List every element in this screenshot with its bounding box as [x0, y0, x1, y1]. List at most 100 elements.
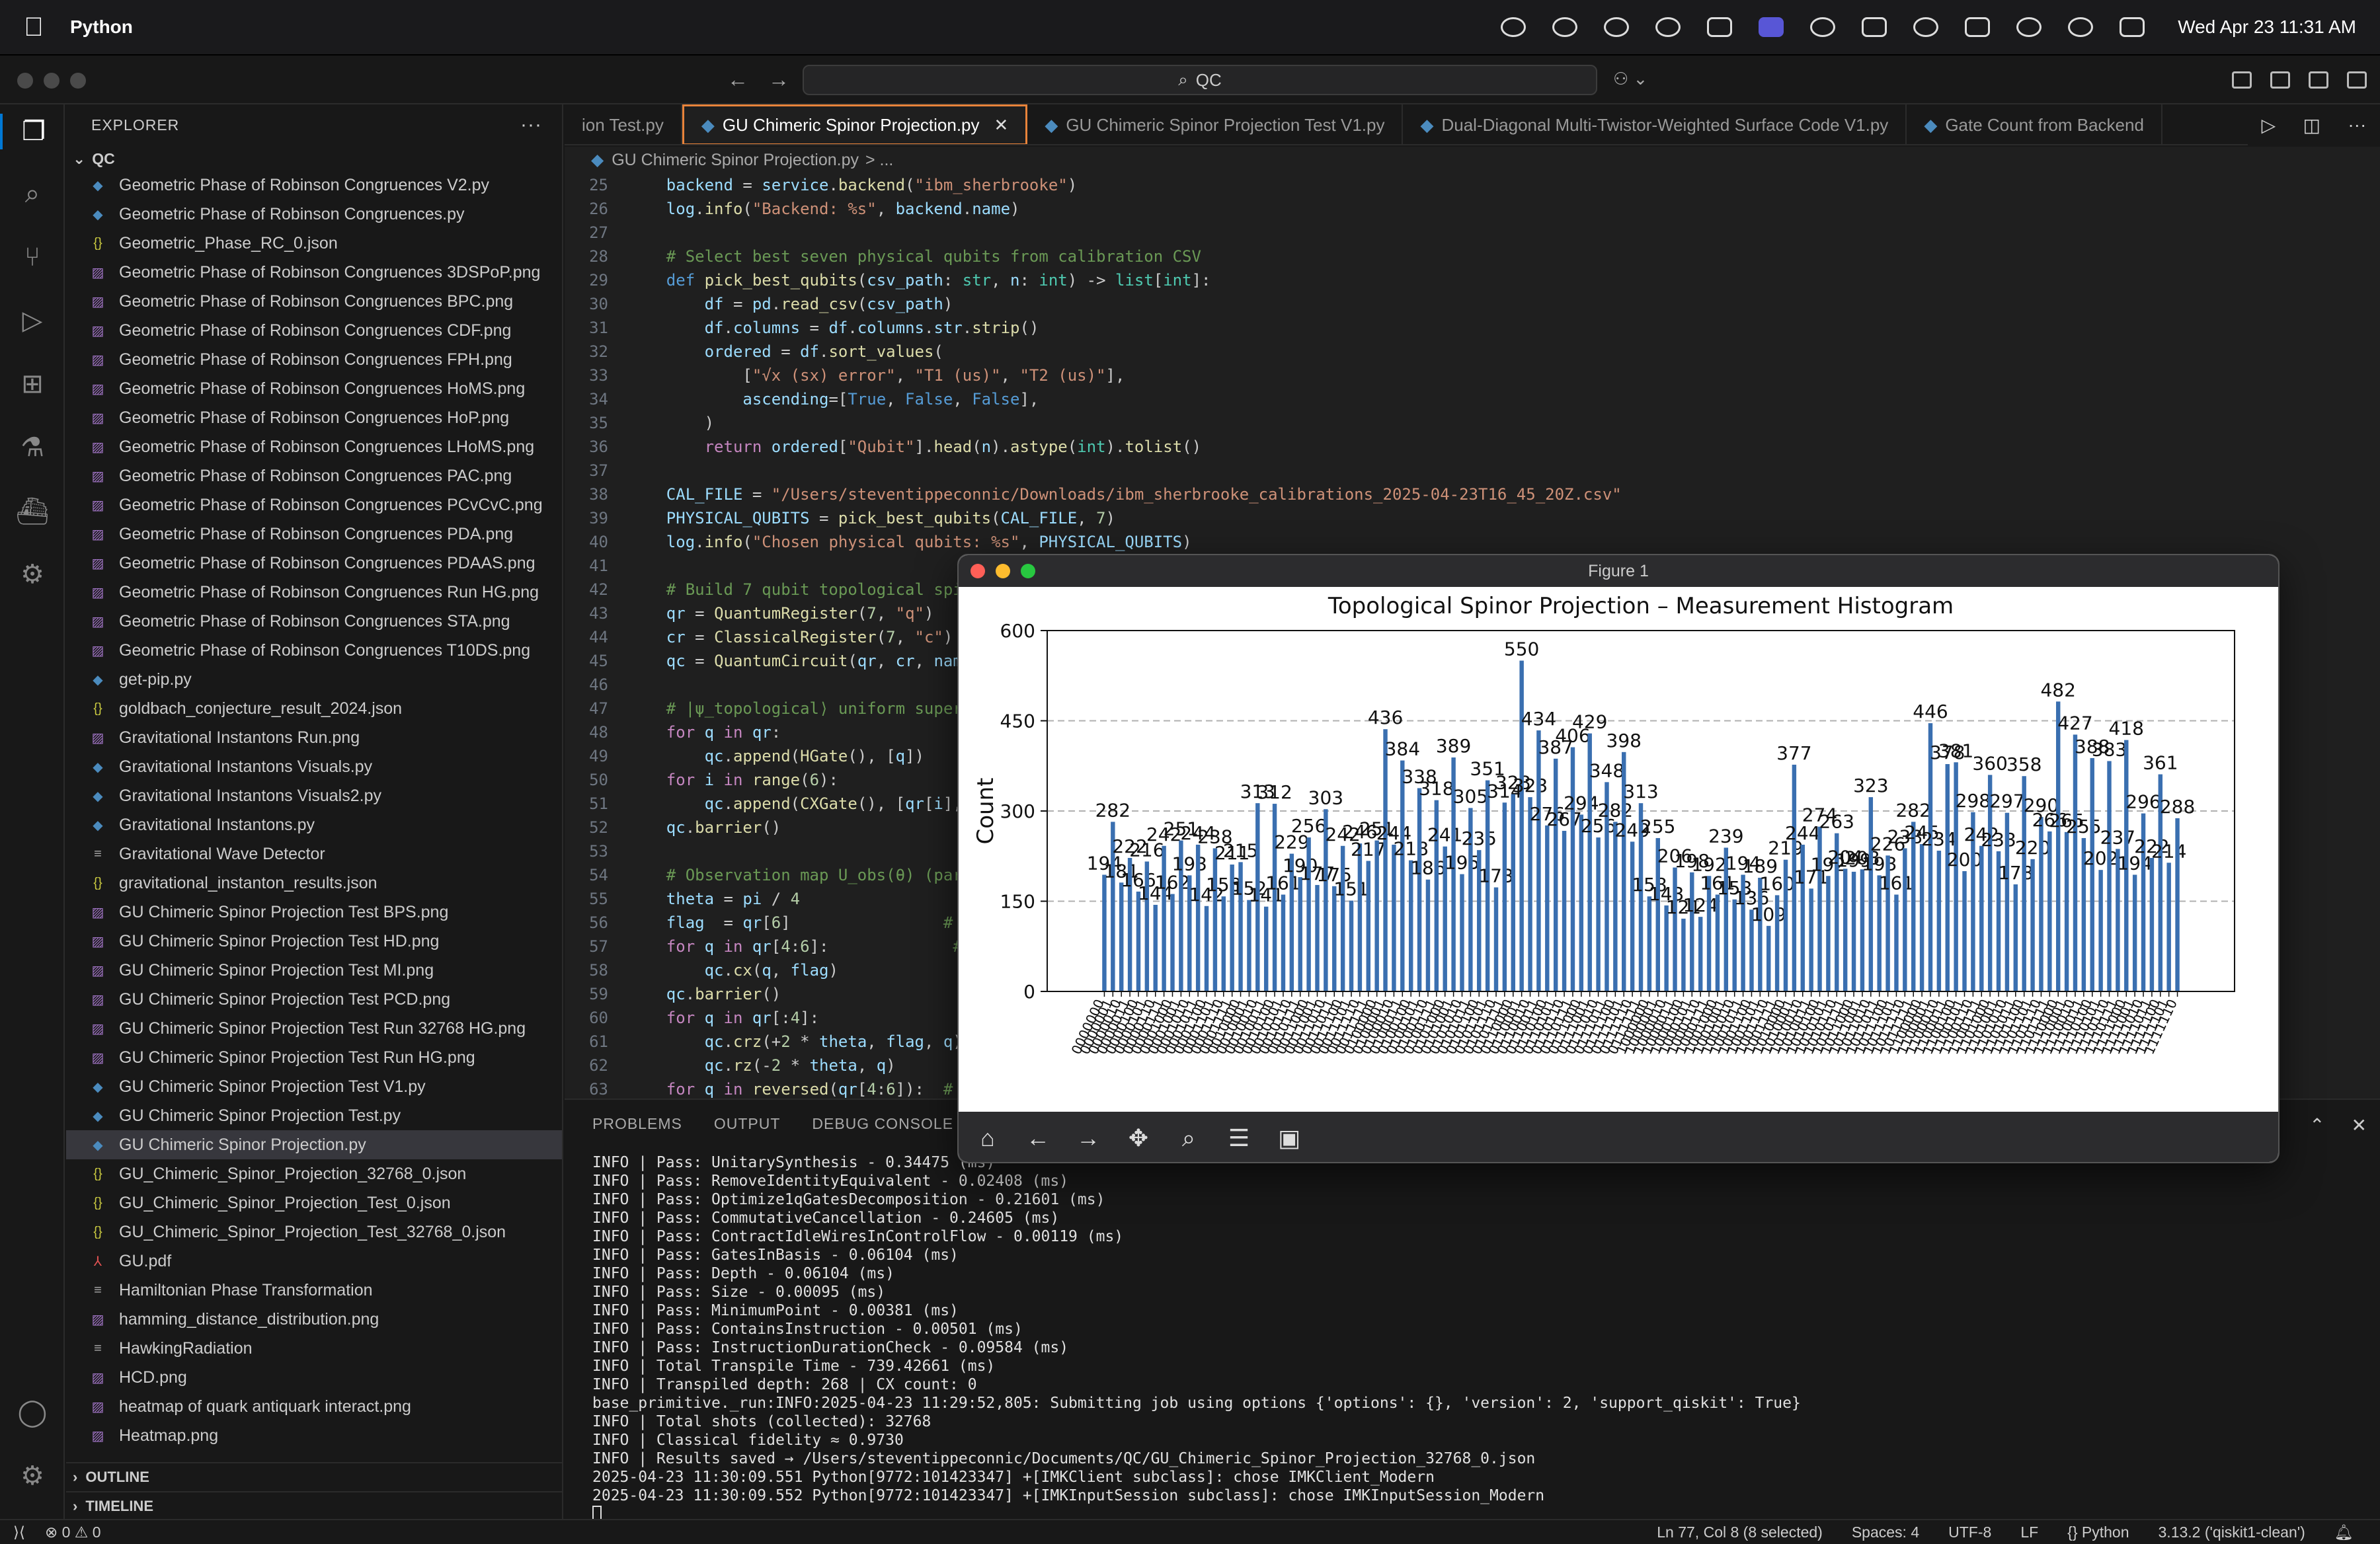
command-center-search[interactable]: ⌕ QC: [803, 65, 1597, 95]
status-icon[interactable]: [1655, 17, 1681, 37]
file-item[interactable]: {} gravitational_instanton_results.json: [66, 868, 562, 898]
configure-icon[interactable]: ☰: [1223, 1122, 1255, 1154]
timeline-section[interactable]: › TIMELINE: [66, 1491, 562, 1520]
panel-tab-problems[interactable]: PROBLEMS: [592, 1115, 682, 1133]
more-actions-icon[interactable]: ···: [520, 114, 542, 136]
figure-minimize-button[interactable]: [996, 564, 1010, 578]
close-tab-icon[interactable]: ✕: [994, 115, 1009, 135]
moon-icon[interactable]: [1913, 17, 1939, 37]
file-item[interactable]: ◆ Gravitational Instantons Visuals2.py: [66, 781, 562, 810]
indentation[interactable]: Spaces: 4: [1852, 1524, 1919, 1541]
terminal-output[interactable]: INFO | Pass: UnitarySynthesis - 0.34475 …: [592, 1154, 1801, 1524]
file-item[interactable]: ▨ HCD.png: [66, 1363, 562, 1392]
file-item[interactable]: ▨ Geometric Phase of Robinson Congruences…: [66, 549, 562, 578]
search-icon[interactable]: ⌕: [15, 176, 50, 212]
file-item[interactable]: ◆ Gravitational Instantons Visuals.py: [66, 752, 562, 781]
manage-gear-icon[interactable]: ⚙: [15, 1458, 50, 1494]
file-item[interactable]: ◆ get-pip.py: [66, 665, 562, 694]
file-item[interactable]: {} goldbach_conjecture_result_2024.json: [66, 694, 562, 723]
encoding[interactable]: UTF-8: [1948, 1524, 1991, 1541]
breadcrumb-file[interactable]: GU Chimeric Spinor Projection.py: [612, 151, 859, 170]
file-item[interactable]: ▨ Geometric Phase of Robinson Congruences…: [66, 432, 562, 461]
file-item[interactable]: ▨ Heatmap.png: [66, 1421, 562, 1450]
breadcrumb-rest[interactable]: > ...: [865, 151, 893, 170]
home-icon[interactable]: ⌂: [972, 1122, 1004, 1154]
file-item[interactable]: ◆ Geometric Phase of Robinson Congruences…: [66, 171, 562, 200]
pan-icon[interactable]: ✥: [1123, 1122, 1154, 1154]
panel-tab-output[interactable]: OUTPUT: [714, 1115, 781, 1133]
file-item[interactable]: ▨ Geometric Phase of Robinson Congruences…: [66, 520, 562, 549]
close-panel-icon[interactable]: ✕: [2352, 1114, 2367, 1136]
file-item[interactable]: ≡ Gravitational Wave Detector: [66, 839, 562, 868]
file-item[interactable]: ▨ Geometric Phase of Robinson Congruences…: [66, 607, 562, 636]
play-icon[interactable]: [1810, 17, 1836, 37]
file-item[interactable]: {} GU_Chimeric_Spinor_Projection_Test_0.j…: [66, 1188, 562, 1217]
battery-icon[interactable]: [1965, 17, 1991, 37]
figure-close-button[interactable]: [971, 564, 985, 578]
notifications-icon[interactable]: 🔔︎: [2334, 1524, 2354, 1541]
save-icon[interactable]: ▣: [1273, 1122, 1305, 1154]
minimize-window-button[interactable]: [44, 73, 60, 89]
problems-status[interactable]: ⊗ 0 ⚠ 0: [45, 1524, 101, 1541]
accounts-icon[interactable]: ◯: [15, 1395, 50, 1430]
screen-mirroring-icon[interactable]: [1759, 17, 1784, 37]
file-item[interactable]: ▨ Geometric Phase of Robinson Congruences…: [66, 461, 562, 490]
status-icon[interactable]: [1552, 17, 1578, 37]
file-item[interactable]: ▨ GU Chimeric Spinor Projection Test PCD.…: [66, 985, 562, 1014]
file-item[interactable]: ▨ Geometric Phase of Robinson Congruences…: [66, 258, 562, 287]
wifi-icon[interactable]: [2016, 17, 2042, 37]
file-item[interactable]: ◆ GU Chimeric Spinor Projection Test.py: [66, 1101, 562, 1130]
file-item[interactable]: ≡ Hamiltonian Phase Transformation: [66, 1276, 562, 1305]
run-icon[interactable]: ▷: [2262, 114, 2276, 136]
file-item[interactable]: ▨ hamming_distance_distribution.png: [66, 1305, 562, 1334]
maximize-window-button[interactable]: [70, 73, 86, 89]
remote-explorer-icon[interactable]: ⚙: [15, 557, 50, 592]
language-mode[interactable]: {} Python: [2067, 1524, 2129, 1541]
file-item[interactable]: ▨ Geometric Phase of Robinson Congruences…: [66, 345, 562, 374]
toggle-panel-icon[interactable]: [2270, 71, 2290, 89]
app-name[interactable]: Python: [70, 17, 133, 38]
copilot-icon[interactable]: ⚇ ⌄: [1613, 69, 1647, 89]
file-item[interactable]: ▨ GU Chimeric Spinor Projection Test Run …: [66, 1014, 562, 1043]
status-icon[interactable]: [1501, 17, 1527, 37]
back-icon[interactable]: ←: [1022, 1122, 1054, 1154]
file-item[interactable]: {} Geometric_Phase_RC_0.json: [66, 229, 562, 258]
spotlight-icon[interactable]: [2068, 17, 2094, 37]
remote-icon[interactable]: ⟩⟨: [13, 1524, 25, 1541]
forward-icon[interactable]: →: [1072, 1122, 1104, 1154]
editor-tab[interactable]: ◆ Gate Count from Backend: [1907, 104, 2162, 144]
file-item[interactable]: ≡ HawkingRadiation: [66, 1334, 562, 1363]
cursor-position[interactable]: Ln 77, Col 8 (8 selected): [1657, 1524, 1823, 1541]
control-center-icon[interactable]: [2120, 17, 2145, 37]
editor-tab[interactable]: ◆ GU Chimeric Spinor Projection.py ✕: [682, 104, 1028, 144]
back-arrow-icon[interactable]: ←: [727, 67, 748, 92]
file-item[interactable]: ◆ Geometric Phase of Robinson Congruences…: [66, 200, 562, 229]
file-item[interactable]: {} GU_Chimeric_Spinor_Projection_Test_327…: [66, 1217, 562, 1247]
menubar-clock[interactable]: Wed Apr 23 11:31 AM: [2178, 17, 2356, 38]
file-item[interactable]: ▨ GU Chimeric Spinor Projection Test BPS.…: [66, 898, 562, 927]
editor-tab[interactable]: ion Test.py: [565, 104, 682, 144]
file-item[interactable]: ◆ GU Chimeric Spinor Projection.py: [66, 1130, 562, 1159]
file-item[interactable]: ▨ Geometric Phase of Robinson Congruences…: [66, 636, 562, 665]
figure-maximize-button[interactable]: [1021, 564, 1035, 578]
panel-tab-debug-console[interactable]: DEBUG CONSOLE: [812, 1115, 953, 1133]
file-item[interactable]: {} GU_Chimeric_Spinor_Projection_32768_0.…: [66, 1159, 562, 1188]
editor-tab[interactable]: ◆ GU Chimeric Spinor Projection Test V1.p…: [1027, 104, 1404, 144]
forward-arrow-icon[interactable]: →: [768, 67, 789, 92]
status-icon[interactable]: [1707, 17, 1733, 37]
file-item[interactable]: ▨ heatmap of quark antiquark interact.png: [66, 1392, 562, 1421]
close-window-button[interactable]: [17, 73, 33, 89]
extensions-icon[interactable]: ⊞: [15, 366, 50, 402]
testing-icon[interactable]: ⚗: [15, 430, 50, 465]
file-item[interactable]: ▨ GU Chimeric Spinor Projection Test MI.p…: [66, 956, 562, 985]
split-editor-icon[interactable]: ◫: [2303, 114, 2320, 136]
maximize-panel-icon[interactable]: ⌃: [2309, 1114, 2324, 1136]
file-item[interactable]: ▨ Geometric Phase of Robinson Congruences…: [66, 316, 562, 345]
file-item[interactable]: ▨ Geometric Phase of Robinson Congruences…: [66, 578, 562, 607]
run-debug-icon[interactable]: ▷: [15, 303, 50, 338]
zoom-icon[interactable]: ⌕: [1173, 1122, 1205, 1154]
toggle-secondary-sidebar-icon[interactable]: [2309, 71, 2328, 89]
more-icon[interactable]: ···: [2348, 114, 2366, 135]
python-interpreter[interactable]: 3.13.2 ('qiskit1-clean'): [2159, 1524, 2305, 1541]
source-control-icon[interactable]: ⑂: [15, 239, 50, 275]
